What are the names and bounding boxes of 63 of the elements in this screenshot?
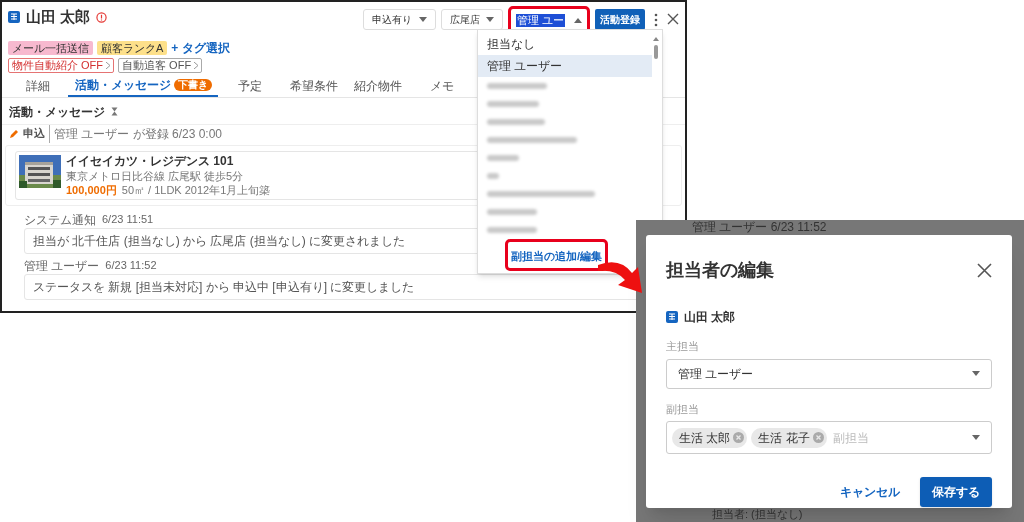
pencil-icon bbox=[10, 129, 19, 138]
chevron-icon bbox=[106, 61, 111, 69]
tab[interactable]: 紹介物件 bbox=[346, 74, 410, 97]
status-select[interactable]: 申込有り bbox=[363, 9, 436, 30]
blurred-option bbox=[487, 173, 499, 179]
draft-badge: 下書き bbox=[173, 78, 212, 91]
tag-select-link[interactable]: + タグ選択 bbox=[171, 40, 230, 55]
assignee-option[interactable]: 管理 ユーザー bbox=[478, 55, 652, 77]
field-label: 副担当 bbox=[666, 401, 700, 417]
assignee-chip: 生活 太郎 bbox=[672, 427, 748, 448]
register-button[interactable]: 活動登録 bbox=[595, 9, 645, 30]
caret-icon bbox=[972, 435, 980, 440]
tab[interactable]: メモ bbox=[410, 74, 474, 97]
blurred-option bbox=[487, 209, 537, 215]
caret-icon bbox=[486, 17, 494, 22]
caret-icon bbox=[972, 371, 980, 376]
customer-icon bbox=[666, 311, 678, 323]
tab[interactable]: 予定 bbox=[218, 74, 282, 97]
blurred-option bbox=[487, 119, 545, 125]
customer-name: 山田 太郎 bbox=[684, 309, 736, 326]
message-sender: 管理 ユーザー bbox=[24, 258, 100, 273]
assignee-option[interactable]: 担当なし bbox=[478, 33, 652, 55]
blurred-option bbox=[487, 83, 547, 89]
blurred-option bbox=[487, 155, 519, 161]
blurred-option bbox=[487, 101, 539, 107]
tag: メール一括送信 bbox=[8, 40, 93, 55]
field-label: 主担当 bbox=[666, 339, 700, 354]
assignee-select[interactable]: 管理 ユー bbox=[513, 11, 585, 29]
caret-icon bbox=[574, 17, 582, 23]
hourglass-icon bbox=[111, 107, 118, 116]
message-time: 6/23 11:52 bbox=[105, 258, 157, 273]
property-details: 50㎡ / 1LDK 2012年1月上旬築 bbox=[121, 183, 271, 196]
warning-icon bbox=[96, 11, 108, 23]
tag: 顧客ランクA bbox=[97, 40, 168, 55]
tab[interactable]: 詳細 bbox=[8, 74, 68, 97]
tab[interactable]: 希望条件 bbox=[282, 74, 346, 97]
message-sender: システム通知 bbox=[24, 212, 96, 227]
placeholder-text: 副担当 bbox=[832, 429, 869, 447]
caret-icon bbox=[419, 17, 427, 22]
message-time: 6/23 11:51 bbox=[102, 212, 154, 227]
activity-meta: 管理 ユーザー が登録 6/23 0:00 bbox=[49, 124, 223, 143]
section-title: 活動・メッセージ bbox=[9, 103, 105, 121]
toggle-chip[interactable]: 物件自動紹介 OFF bbox=[8, 57, 115, 73]
blurred-option bbox=[487, 227, 537, 233]
tab[interactable]: 活動・メッセージ 下書き bbox=[68, 74, 218, 97]
close-icon[interactable] bbox=[667, 13, 679, 25]
assignee-chip: 生活 花子 bbox=[751, 427, 827, 448]
scrollbar bbox=[653, 36, 659, 59]
activity-type: 申込 bbox=[23, 126, 45, 142]
chevron-icon bbox=[194, 61, 199, 69]
customer-icon bbox=[8, 11, 20, 24]
more-icon[interactable] bbox=[654, 13, 658, 27]
main-assignee-select[interactable]: 管理 ユーザー bbox=[666, 358, 992, 389]
dialog-title: 担当者の編集 bbox=[666, 259, 774, 282]
cancel-button[interactable]: キャンセル bbox=[840, 483, 900, 501]
customer-name: 山田 太郎 bbox=[26, 7, 91, 27]
message-meta: 管理 ユーザー 6/23 11:52 bbox=[692, 220, 828, 234]
close-icon[interactable] bbox=[977, 263, 992, 278]
property-access: 東京メトロ日比谷線 広尾駅 徒歩5分 bbox=[66, 169, 245, 182]
toggle-chip[interactable]: 自動追客 OFF bbox=[118, 57, 203, 73]
property-price: 100,000円 bbox=[66, 183, 117, 196]
property-name: イイセイカツ・レジデンス 101 bbox=[66, 154, 235, 168]
save-button[interactable]: 保存する bbox=[920, 477, 992, 507]
